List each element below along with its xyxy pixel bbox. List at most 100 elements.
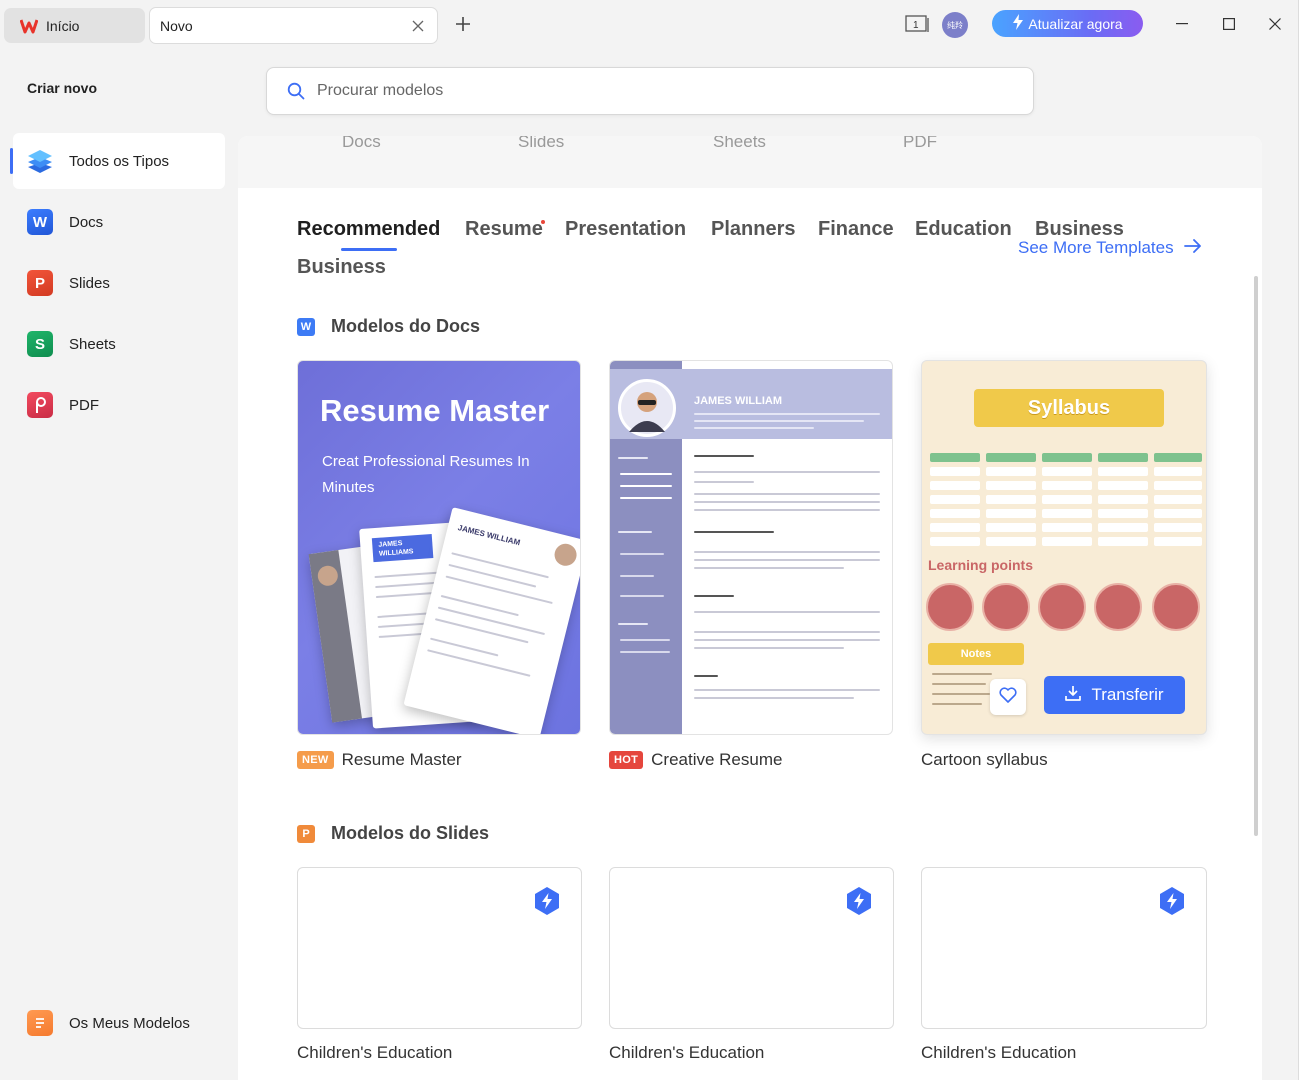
tab-recommended[interactable]: Recommended <box>297 218 440 241</box>
slides-section-icon: P <box>297 824 315 843</box>
my-templates-icon <box>27 1010 53 1036</box>
preview-notes: Notes <box>928 643 1024 665</box>
new-dot-indicator <box>541 220 545 224</box>
tab-home-label: Início <box>46 17 80 34</box>
template-card-cartoon-syllabus[interactable]: Syllabus Learning points Notes Transferi… <box>921 360 1207 735</box>
hot-badge: HOT <box>609 751 644 769</box>
template-card-slides[interactable] <box>609 867 894 1029</box>
sidebar-item-label: Todos os Tipos <box>69 152 170 170</box>
tab-active-indicator <box>341 248 397 251</box>
template-card-resume-master[interactable]: Resume Master Creat Professional Resumes… <box>297 360 581 735</box>
add-tab-button[interactable] <box>452 13 474 35</box>
tab-planners[interactable]: Planners <box>711 218 795 241</box>
wps-logo-icon <box>20 17 38 35</box>
sidebar-item-label: Os Meus Modelos <box>69 1014 190 1032</box>
section-title-label: Modelos do Slides <box>331 823 490 843</box>
window-count: 1 <box>913 20 919 31</box>
close-window-button[interactable] <box>1264 13 1286 35</box>
template-card-slides[interactable] <box>297 867 582 1029</box>
type-tab-docs[interactable]: Docs <box>342 136 381 152</box>
title-bar: Início Novo 1 纯羚 Atualizar agora <box>0 0 1298 50</box>
upgrade-label: Atualizar agora <box>1028 15 1123 32</box>
type-tab-pdf[interactable]: PDF <box>903 136 937 152</box>
type-tab-slides[interactable]: Slides <box>518 136 564 152</box>
sheets-icon: S <box>27 331 53 357</box>
preview-name: JAMES WILLIAM <box>694 395 782 407</box>
template-card-label[interactable]: HOT Creative Resume <box>609 750 782 770</box>
preview-title: Resume Master <box>320 393 550 428</box>
download-button[interactable]: Transferir <box>1044 676 1185 714</box>
preview-paper-name: JAMES WILLIAMS <box>371 534 434 563</box>
sidebar-item-docs[interactable]: W Docs <box>13 194 225 250</box>
tab-home[interactable]: Início <box>4 8 145 43</box>
docs-section-icon: W <box>297 317 315 336</box>
sidebar-item-label: Docs <box>69 213 104 231</box>
tab-business-wrapped[interactable]: Business <box>297 256 386 279</box>
type-tabs: Docs Slides Sheets PDF <box>238 136 1262 188</box>
heart-icon <box>999 686 1017 708</box>
scrollbar[interactable] <box>1254 276 1258 836</box>
preview-header: JAMES WILLIAM <box>610 369 892 439</box>
tab-education[interactable]: Education <box>915 218 1012 241</box>
template-card-creative-resume[interactable]: JAMES WILLIAM <box>609 360 893 735</box>
layers-icon <box>27 148 53 174</box>
slides-icon: P <box>27 270 53 296</box>
template-card-label[interactable]: NEW Resume Master <box>297 750 462 770</box>
sidebar-item-label: Slides <box>69 274 110 292</box>
sidebar-title: Criar novo <box>27 80 98 96</box>
tab-resume[interactable]: Resume <box>465 218 543 241</box>
preview-title: Syllabus <box>974 389 1164 427</box>
template-name: Creative Resume <box>651 750 783 769</box>
close-tab-icon[interactable] <box>409 17 427 35</box>
sidebar-item-my-templates[interactable]: Os Meus Modelos <box>13 995 225 1051</box>
template-card-label[interactable]: Children's Education <box>609 1043 764 1063</box>
window-count-icon[interactable]: 1 <box>904 14 930 34</box>
docs-section-title: W Modelos do Docs <box>297 316 480 337</box>
tab-new[interactable]: Novo <box>149 7 438 44</box>
template-name: Cartoon syllabus <box>921 750 1048 769</box>
section-title-label: Modelos do Docs <box>331 316 481 336</box>
new-badge: NEW <box>297 751 334 769</box>
search-icon <box>287 82 305 100</box>
preview-photo <box>618 379 676 437</box>
download-label: Transferir <box>1091 685 1164 704</box>
bolt-icon <box>1012 14 1024 33</box>
search-input[interactable]: Procurar modelos <box>266 67 1034 115</box>
download-icon <box>1065 685 1082 706</box>
premium-bolt-icon <box>1158 886 1186 916</box>
template-card-slides[interactable] <box>921 867 1207 1029</box>
premium-bolt-icon <box>533 886 561 916</box>
sidebar-item-pdf[interactable]: PDF <box>13 377 225 433</box>
background-window-edge <box>1298 0 1308 1080</box>
sidebar-item-sheets[interactable]: S Sheets <box>13 316 225 372</box>
minimize-button[interactable] <box>1171 13 1193 35</box>
template-card-label[interactable]: Children's Education <box>921 1043 1076 1063</box>
sidebar-item-slides[interactable]: P Slides <box>13 255 225 311</box>
upgrade-button[interactable]: Atualizar agora <box>992 10 1143 37</box>
pdf-icon <box>27 392 53 418</box>
premium-bolt-icon <box>845 886 873 916</box>
avatar[interactable]: 纯羚 <box>942 12 968 38</box>
sidebar-item-label: PDF <box>69 396 99 414</box>
template-card-label[interactable]: Children's Education <box>297 1043 452 1063</box>
sidebar-item-label: Sheets <box>69 335 116 353</box>
sidebar-item-all-types[interactable]: Todos os Tipos <box>10 133 225 189</box>
see-more-label: See More Templates <box>1018 238 1174 257</box>
template-card-label[interactable]: Cartoon syllabus <box>921 750 1048 770</box>
see-more-templates-link[interactable]: See More Templates <box>1018 238 1202 258</box>
template-name: Resume Master <box>341 750 462 769</box>
slides-section-title: P Modelos do Slides <box>297 823 489 844</box>
maximize-button[interactable] <box>1218 13 1240 35</box>
sidebar: Criar novo Todos os Tipos W Docs P Slide… <box>0 50 238 1080</box>
docs-icon: W <box>27 209 53 235</box>
search-placeholder: Procurar modelos <box>317 82 444 99</box>
tab-presentation[interactable]: Presentation <box>565 218 686 241</box>
type-tab-sheets[interactable]: Sheets <box>713 136 766 152</box>
tab-finance[interactable]: Finance <box>818 218 894 241</box>
arrow-right-icon <box>1183 238 1202 258</box>
tab-new-label: Novo <box>160 17 193 34</box>
main-panel: Docs Slides Sheets PDF Recommended Resum… <box>238 136 1262 1080</box>
favorite-button[interactable] <box>990 679 1026 715</box>
preview-learning-points: Learning points <box>928 557 1033 573</box>
preview-subtitle: Creat Professional Resumes In Minutes <box>322 453 530 496</box>
